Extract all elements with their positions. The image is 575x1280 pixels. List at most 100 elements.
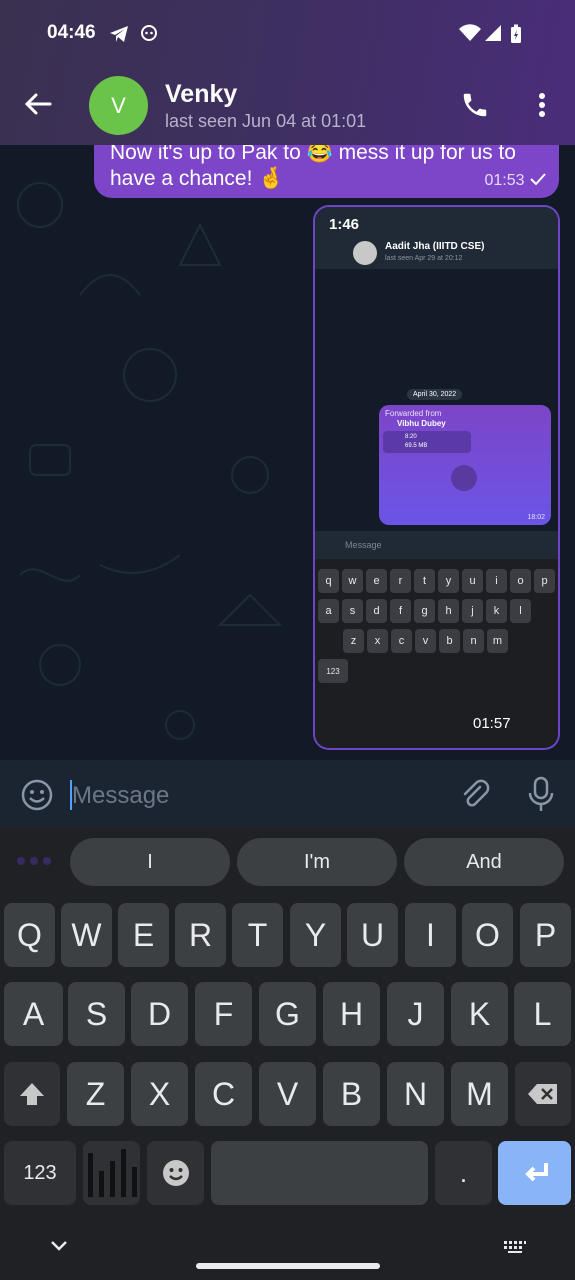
mini-key: e — [366, 569, 387, 593]
key-m[interactable]: M — [451, 1062, 508, 1126]
backspace-icon — [528, 1084, 557, 1104]
mini-key: t — [414, 569, 435, 593]
message-time-text: 01:53 — [484, 172, 525, 189]
mini-key: d — [366, 599, 387, 623]
screenshot-avatar — [353, 241, 377, 265]
more-options-icon[interactable] — [530, 90, 554, 120]
key-d[interactable]: D — [131, 982, 188, 1046]
message-input[interactable]: Message — [72, 782, 169, 810]
attach-icon[interactable] — [458, 778, 492, 812]
suggestion-chip[interactable]: I — [70, 838, 230, 886]
key-l[interactable]: L — [514, 982, 571, 1046]
key-x[interactable]: X — [131, 1062, 188, 1126]
suggestion-chip[interactable]: And — [404, 838, 564, 886]
screenshot-forwarded-message: Forwarded from Vibhu Dubey 8:20 69.5 MB … — [379, 405, 551, 525]
key-z[interactable]: Z — [67, 1062, 124, 1126]
contact-name[interactable]: Venky — [165, 80, 237, 109]
ghost-icon — [141, 25, 157, 41]
mini-key: v — [415, 629, 436, 653]
key-c[interactable]: C — [195, 1062, 252, 1126]
shift-icon — [20, 1083, 44, 1105]
voice-waveform-icon — [87, 1149, 137, 1197]
screenshot-contact: Aadit Jha (IIITD CSE) — [385, 241, 485, 252]
mini-key: z — [343, 629, 364, 653]
key-w[interactable]: W — [61, 903, 112, 967]
forwarded-from: Vibhu Dubey — [397, 419, 446, 428]
mini-key: j — [462, 599, 483, 623]
key-a[interactable]: A — [4, 982, 63, 1046]
key-y[interactable]: Y — [290, 903, 341, 967]
message-bubble-outgoing[interactable]: Now it's up to Pak to 😂 mess it up for u… — [94, 145, 559, 198]
key-b[interactable]: B — [323, 1062, 380, 1126]
period-key[interactable]: . — [435, 1141, 492, 1205]
read-check-icon — [530, 173, 546, 186]
mini-key: c — [391, 629, 412, 653]
play-icon — [451, 465, 477, 491]
mini-key: a — [318, 599, 339, 623]
screenshot-header: 1:46 Aadit Jha (IIITD CSE) last seen Apr… — [315, 207, 558, 269]
mini-key: o — [510, 569, 531, 593]
mini-key: r — [390, 569, 411, 593]
gesture-handle[interactable] — [196, 1263, 380, 1269]
last-seen-status: last seen Jun 04 at 01:01 — [165, 111, 367, 131]
key-f[interactable]: F — [195, 982, 252, 1046]
mini-key: f — [390, 599, 411, 623]
shift-key[interactable] — [4, 1062, 60, 1126]
key-i[interactable]: I — [405, 903, 456, 967]
screenshot-input: Message — [315, 531, 558, 559]
enter-icon — [524, 1163, 548, 1182]
mini-key: s — [342, 599, 363, 623]
file-attachment: 8:20 69.5 MB — [383, 431, 471, 453]
avatar-letter: V — [111, 92, 126, 118]
screenshot-key-row-2: a s d f g h j k l — [318, 599, 531, 623]
wifi-icon — [459, 24, 481, 41]
key-t[interactable]: T — [232, 903, 283, 967]
key-p[interactable]: P — [520, 903, 571, 967]
emoji-key[interactable] — [147, 1141, 204, 1205]
navigation-bar — [0, 1212, 575, 1280]
file-duration: 8:20 — [405, 434, 417, 440]
screenshot-key-row-1: q w e r t y u i o p — [318, 569, 555, 593]
screenshot-message[interactable]: 1:46 Aadit Jha (IIITD CSE) last seen Apr… — [313, 205, 560, 750]
key-n[interactable]: N — [387, 1062, 444, 1126]
phone-call-button[interactable] — [460, 90, 490, 120]
numbers-key[interactable]: 123 — [4, 1141, 76, 1205]
key-u[interactable]: U — [347, 903, 398, 967]
battery-icon — [511, 24, 521, 43]
screenshot-image[interactable]: 1:46 Aadit Jha (IIITD CSE) last seen Apr… — [315, 207, 558, 748]
backspace-key[interactable] — [515, 1062, 571, 1126]
chat-header: 04:46 V Venky last seen Jun 04 at 01:01 — [0, 0, 575, 145]
more-suggestions-icon[interactable] — [16, 856, 52, 866]
key-e[interactable]: E — [118, 903, 169, 967]
emoji-key-icon — [162, 1160, 189, 1186]
back-arrow-icon[interactable] — [22, 88, 54, 120]
suggestion-chip[interactable]: I'm — [237, 838, 397, 886]
key-r[interactable]: R — [175, 903, 226, 967]
mini-key: b — [439, 629, 460, 653]
key-q[interactable]: Q — [4, 903, 55, 967]
chat-history[interactable]: Now it's up to Pak to 😂 mess it up for u… — [0, 145, 575, 760]
screenshot-keyboard: q w e r t y u i o p a s d f g h j k l z … — [315, 559, 558, 748]
message-text: Now it's up to Pak to 😂 mess it up for u… — [110, 145, 516, 190]
key-h[interactable]: H — [323, 982, 380, 1046]
message-composer: Message — [0, 760, 575, 828]
key-k[interactable]: K — [451, 982, 508, 1046]
mini-key: h — [438, 599, 459, 623]
keyboard-switch-icon[interactable] — [503, 1240, 527, 1254]
avatar[interactable]: V — [89, 76, 148, 135]
space-key[interactable] — [211, 1141, 428, 1205]
screenshot-key-row-4: 123 — [318, 659, 348, 683]
voice-typing-key[interactable] — [83, 1141, 140, 1205]
microphone-icon[interactable] — [526, 776, 556, 814]
enter-key[interactable] — [498, 1141, 571, 1205]
screenshot-date-chip: April 30, 2022 — [407, 389, 463, 400]
key-s[interactable]: S — [68, 982, 125, 1046]
key-o[interactable]: O — [462, 903, 513, 967]
key-g[interactable]: G — [259, 982, 316, 1046]
hide-keyboard-icon[interactable] — [50, 1240, 68, 1252]
mini-key-123: 123 — [318, 659, 348, 683]
key-v[interactable]: V — [259, 1062, 316, 1126]
emoji-icon[interactable] — [20, 778, 54, 812]
mini-key: p — [534, 569, 555, 593]
key-j[interactable]: J — [387, 982, 444, 1046]
